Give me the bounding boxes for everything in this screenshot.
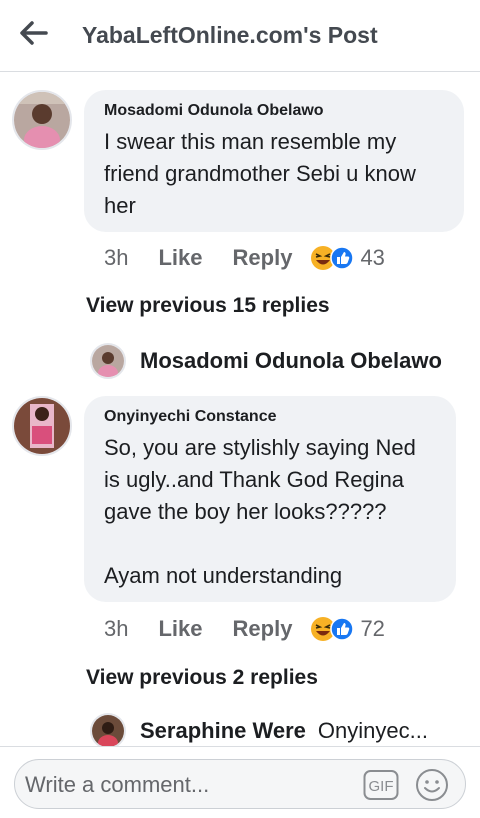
gif-label: GIF — [369, 778, 394, 795]
comment-actions: 3h Like Reply 43 — [104, 243, 385, 273]
like-button[interactable]: Like — [158, 616, 202, 642]
reaction-count[interactable]: 72 — [360, 616, 384, 642]
comment-bubble: Mosadomi Odunola Obelawo I swear this ma… — [84, 90, 464, 232]
gif-button[interactable]: GIF — [363, 769, 399, 801]
comment-author[interactable]: Mosadomi Odunola Obelawo — [104, 102, 444, 120]
comment-input-box[interactable]: GIF — [14, 759, 466, 809]
reply-preview[interactable]: Mosadomi Odunola Obelawo — [90, 343, 454, 379]
comment-text: I swear this man resemble my friend gran… — [104, 129, 416, 218]
like-icon — [330, 617, 355, 641]
comment-composer: GIF — [0, 746, 480, 818]
reaction-count[interactable]: 43 — [360, 245, 384, 271]
back-arrow-icon[interactable] — [18, 18, 54, 48]
comment-bubble: Onyinyechi Constance So, you are stylish… — [84, 396, 456, 602]
reply-author[interactable]: Seraphine Were — [140, 718, 306, 744]
like-button[interactable]: Like — [158, 245, 202, 271]
avatar[interactable] — [12, 90, 72, 150]
reactions[interactable] — [310, 245, 355, 271]
reply-author[interactable]: Mosadomi Odunola Obelawo — [140, 348, 442, 374]
view-previous-replies-link[interactable]: View previous 15 replies — [86, 294, 330, 318]
comment-author[interactable]: Onyinyechi Constance — [104, 408, 436, 426]
avatar — [90, 713, 126, 749]
page-title: YabaLeftOnline.com's Post — [82, 22, 378, 48]
reply-preview[interactable]: Seraphine Were Onyinyec... — [90, 713, 428, 749]
view-previous-replies-link[interactable]: View previous 2 replies — [86, 666, 318, 690]
avatar — [90, 343, 126, 379]
comment-actions: 3h Like Reply 72 — [104, 614, 385, 644]
reactions[interactable] — [310, 616, 355, 642]
comment-time[interactable]: 3h — [104, 616, 128, 642]
like-icon — [330, 246, 355, 270]
reply-snippet: Onyinyec... — [317, 718, 428, 743]
comment-input[interactable] — [25, 768, 355, 802]
emoji-icon[interactable] — [415, 768, 449, 802]
reply-button[interactable]: Reply — [233, 245, 293, 271]
avatar[interactable] — [12, 396, 72, 456]
comment-text: So, you are stylishly saying Ned is ugly… — [104, 435, 416, 588]
post-header: YabaLeftOnline.com's Post — [0, 0, 480, 72]
comment-time[interactable]: 3h — [104, 245, 128, 271]
reply-button[interactable]: Reply — [233, 616, 293, 642]
